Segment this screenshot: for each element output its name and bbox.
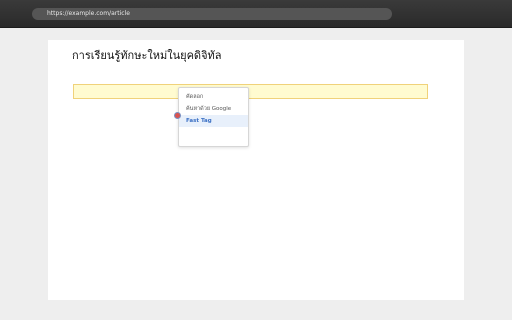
cursor-dot-icon bbox=[174, 112, 181, 119]
address-bar-url: https://example.com/article bbox=[47, 10, 130, 17]
text-selection-highlight[interactable] bbox=[73, 84, 428, 99]
context-menu-item-search-google[interactable]: ค้นหาด้วย Google bbox=[179, 103, 248, 115]
article-title: การเรียนรู้ทักษะใหม่ในยุคดิจิทัล bbox=[72, 49, 222, 62]
context-menu-item-fast-tag[interactable]: Fast Tag bbox=[179, 115, 248, 127]
browser-toolbar: https://example.com/article bbox=[0, 0, 512, 28]
article-page: การเรียนรู้ทักษะใหม่ในยุคดิจิทัล bbox=[48, 40, 464, 300]
context-menu-item-copy[interactable]: คัดลอก bbox=[179, 91, 248, 103]
context-menu: คัดลอก ค้นหาด้วย Google Fast Tag bbox=[178, 87, 249, 147]
address-bar[interactable]: https://example.com/article bbox=[32, 8, 392, 20]
